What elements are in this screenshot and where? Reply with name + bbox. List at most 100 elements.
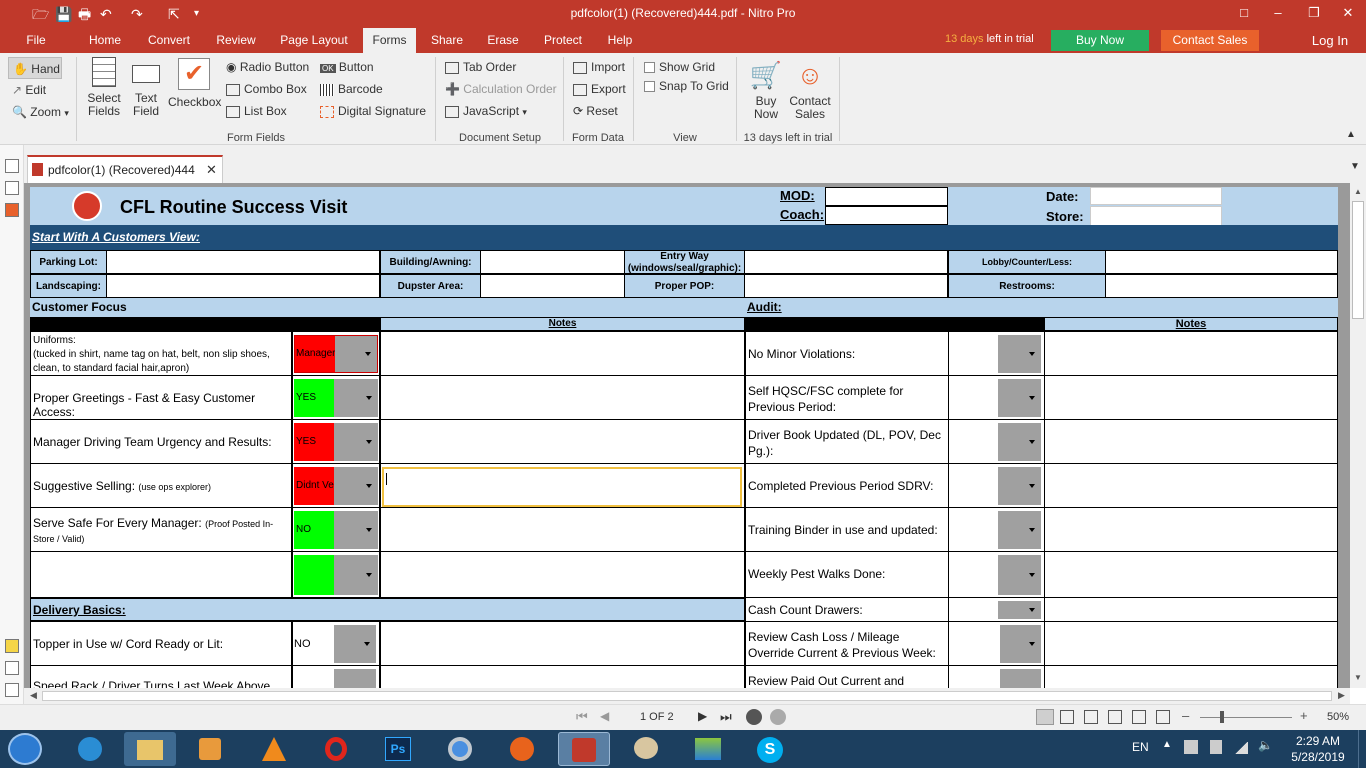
- single-page-view-icon[interactable]: [1036, 709, 1054, 725]
- notes-field[interactable]: [380, 331, 745, 376]
- last-page-icon[interactable]: ⏭: [720, 709, 732, 725]
- zoom-slider-thumb[interactable]: [1220, 711, 1224, 723]
- barcode-tool[interactable]: Barcode: [320, 82, 383, 96]
- zoom-out-icon[interactable]: –: [1182, 708, 1189, 723]
- next-view-icon[interactable]: [770, 709, 786, 725]
- scroll-left-icon[interactable]: ◀: [30, 690, 37, 701]
- notes-field[interactable]: [380, 551, 745, 598]
- device-icon[interactable]: [1210, 740, 1222, 754]
- digital-signature-tool[interactable]: Digital Signature: [320, 104, 426, 118]
- edit-tool-button[interactable]: ↗ Edit: [12, 83, 46, 97]
- audit-notes-field[interactable]: [1044, 331, 1338, 376]
- proper-pop-field[interactable]: [744, 274, 948, 298]
- javascript-button[interactable]: JavaScript ▾: [445, 104, 527, 118]
- comments-panel-icon[interactable]: [5, 639, 19, 653]
- pages-panel-icon[interactable]: [5, 159, 19, 173]
- file-explorer-icon[interactable]: [124, 732, 176, 766]
- audit-dropdown-driver-book[interactable]: [998, 423, 1041, 461]
- select-fields-button[interactable]: Select Fields: [86, 57, 122, 118]
- minimize-button[interactable]: –: [1260, 0, 1296, 28]
- audit-dropdown-paid-out[interactable]: [1000, 669, 1041, 688]
- horizontal-scrollbar[interactable]: ◀ ▶: [24, 688, 1350, 704]
- zoom-in-icon[interactable]: +: [1300, 708, 1308, 723]
- continuous-view-icon[interactable]: [1060, 710, 1074, 724]
- tab-order-button[interactable]: Tab Order: [445, 60, 516, 74]
- audit-notes-field[interactable]: [1044, 375, 1338, 420]
- document-viewport[interactable]: CFL Routine Success Visit MOD: Coach: Da…: [24, 183, 1350, 688]
- clock-time[interactable]: 2:29 AM: [1288, 734, 1348, 748]
- audit-notes-field[interactable]: [1044, 665, 1338, 688]
- close-tab-icon[interactable]: ✕: [206, 162, 217, 178]
- facing-view-icon[interactable]: [1084, 710, 1098, 724]
- vlc-icon[interactable]: [248, 732, 300, 766]
- audit-dropdown-minor-violations[interactable]: [998, 335, 1041, 373]
- show-hidden-icons[interactable]: ▲: [1162, 739, 1172, 750]
- serve-safe-dropdown[interactable]: NO: [294, 511, 378, 549]
- menu-page-layout[interactable]: Page Layout: [276, 28, 352, 53]
- login-button[interactable]: Log In: [1304, 28, 1356, 53]
- paint-icon[interactable]: [620, 732, 672, 766]
- volume-icon[interactable]: 🔈: [1258, 738, 1273, 752]
- fit-width-icon[interactable]: [1132, 710, 1146, 724]
- audit-dropdown-sdrv[interactable]: [998, 467, 1041, 505]
- greetings-dropdown[interactable]: YES: [294, 379, 378, 417]
- bookmarks-panel-icon[interactable]: [5, 203, 19, 217]
- skype-icon[interactable]: S: [744, 732, 796, 766]
- buy-now-button[interactable]: Buy Now: [1051, 30, 1149, 51]
- menu-review[interactable]: Review: [209, 28, 263, 53]
- previous-page-icon[interactable]: ◀: [600, 709, 609, 723]
- audit-dropdown-cash-loss[interactable]: [1000, 625, 1041, 663]
- action-center-icon[interactable]: [1184, 740, 1198, 754]
- landscaping-field[interactable]: [106, 274, 380, 298]
- notes-field[interactable]: [380, 665, 745, 688]
- suggestive-selling-dropdown[interactable]: Didnt Ve: [294, 467, 378, 505]
- close-button[interactable]: ✕: [1330, 0, 1366, 28]
- audit-notes-field[interactable]: [1044, 621, 1338, 666]
- attachments-panel-icon[interactable]: [5, 661, 19, 675]
- audit-dropdown-training-binder[interactable]: [998, 511, 1041, 549]
- audit-notes-field[interactable]: [1044, 463, 1338, 508]
- menu-erase[interactable]: Erase: [481, 28, 525, 53]
- notes-field[interactable]: [380, 419, 745, 464]
- scroll-right-icon[interactable]: ▶: [1338, 690, 1345, 701]
- notes-field[interactable]: [380, 375, 745, 420]
- audit-notes-field[interactable]: [1044, 507, 1338, 552]
- contact-sales-button[interactable]: Contact Sales: [1161, 30, 1259, 51]
- feedback-icon[interactable]: □: [1226, 0, 1262, 28]
- firefox-icon[interactable]: [496, 732, 548, 766]
- audit-notes-field[interactable]: [1044, 551, 1338, 598]
- audit-dropdown-self-hqsc[interactable]: [998, 379, 1041, 417]
- menu-home[interactable]: Home: [80, 28, 130, 53]
- clock-date[interactable]: 5/28/2019: [1286, 750, 1350, 764]
- internet-explorer-icon[interactable]: [64, 732, 116, 766]
- menu-forms[interactable]: Forms: [363, 28, 416, 53]
- store-field[interactable]: [1090, 206, 1222, 226]
- uniforms-dropdown[interactable]: Manager: [294, 335, 378, 373]
- manager-driving-dropdown[interactable]: YES: [294, 423, 378, 461]
- vertical-scroll-thumb[interactable]: [1352, 201, 1364, 319]
- audit-notes-field[interactable]: [1044, 597, 1338, 622]
- zoom-tool-button[interactable]: 🔍 Zoom ▾: [12, 105, 69, 119]
- building-field[interactable]: [480, 250, 625, 274]
- opera-icon[interactable]: [310, 732, 362, 766]
- ribbon-buy-now-button[interactable]: 🛒 Buy Now: [748, 61, 784, 121]
- menu-file[interactable]: File: [14, 28, 58, 53]
- page-indicator[interactable]: 1 OF 2: [640, 711, 674, 723]
- zoom-slider[interactable]: [1200, 717, 1292, 718]
- document-tab[interactable]: pdfcolor(1) (Recovered)444 ✕: [27, 155, 223, 183]
- hand-tool-button[interactable]: ✋ Hand: [8, 57, 62, 79]
- photoshop-icon[interactable]: Ps: [372, 732, 424, 766]
- speed-rack-dropdown[interactable]: [334, 669, 376, 688]
- combo-box-tool[interactable]: Combo Box: [226, 82, 307, 96]
- notes-field-active[interactable]: [382, 467, 742, 507]
- audit-dropdown-pest-walks[interactable]: [998, 555, 1041, 595]
- continuous-facing-view-icon[interactable]: [1108, 710, 1122, 724]
- tab-list-dropdown-icon[interactable]: ▼: [1350, 161, 1360, 172]
- dupster-field[interactable]: [480, 274, 625, 298]
- import-button[interactable]: Import: [573, 60, 625, 74]
- radio-button-tool[interactable]: ◉ Radio Button: [226, 60, 309, 74]
- scroll-up-icon[interactable]: ▲: [1354, 187, 1362, 196]
- previous-view-icon[interactable]: [746, 709, 762, 725]
- mod-field[interactable]: [825, 187, 948, 206]
- nitro-pro-icon[interactable]: [558, 732, 610, 766]
